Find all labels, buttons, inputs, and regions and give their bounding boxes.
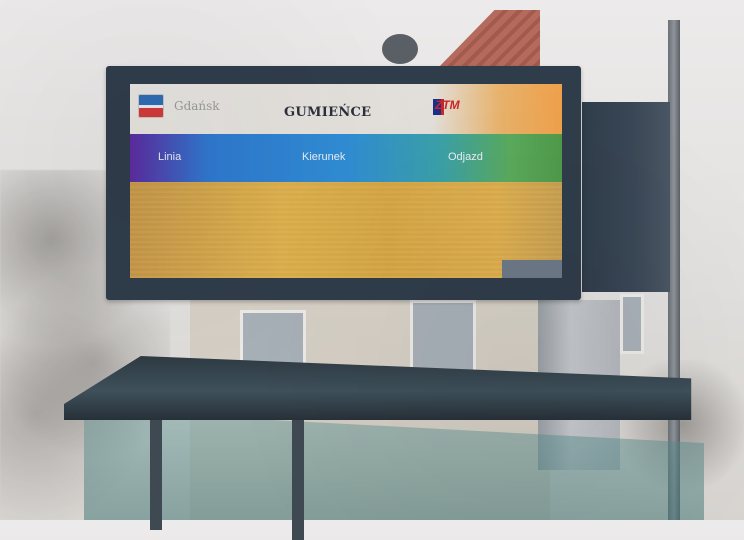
column-departure-label: Odjazd <box>448 151 483 163</box>
building-window <box>620 294 644 354</box>
screen-corner-patch <box>502 260 562 278</box>
tiled-roof <box>436 10 540 70</box>
shelter-post <box>150 410 162 530</box>
column-direction-label: Kierunek <box>302 151 346 163</box>
departure-columns-header: Linia Kierunek Odjazd <box>130 134 562 182</box>
board-screen: Gdańsk GUMIEŃCE ZTM Linia Kierunek Odjaz… <box>130 84 562 278</box>
operator-logo-text: ZTM <box>435 98 460 112</box>
city-logo-icon <box>138 94 164 118</box>
photo-scene: Gdańsk GUMIEŃCE ZTM Linia Kierunek Odjaz… <box>0 0 744 540</box>
board-header: Gdańsk GUMIEŃCE ZTM <box>130 84 562 134</box>
departures-area <box>130 182 562 278</box>
column-line-label: Linia <box>158 151 182 163</box>
board-side-box <box>582 102 670 292</box>
shelter-post <box>292 420 304 540</box>
satellite-dish <box>382 34 418 64</box>
city-logo-name: Gdańsk <box>174 99 220 113</box>
stop-name: GUMIEŃCE <box>284 105 372 120</box>
